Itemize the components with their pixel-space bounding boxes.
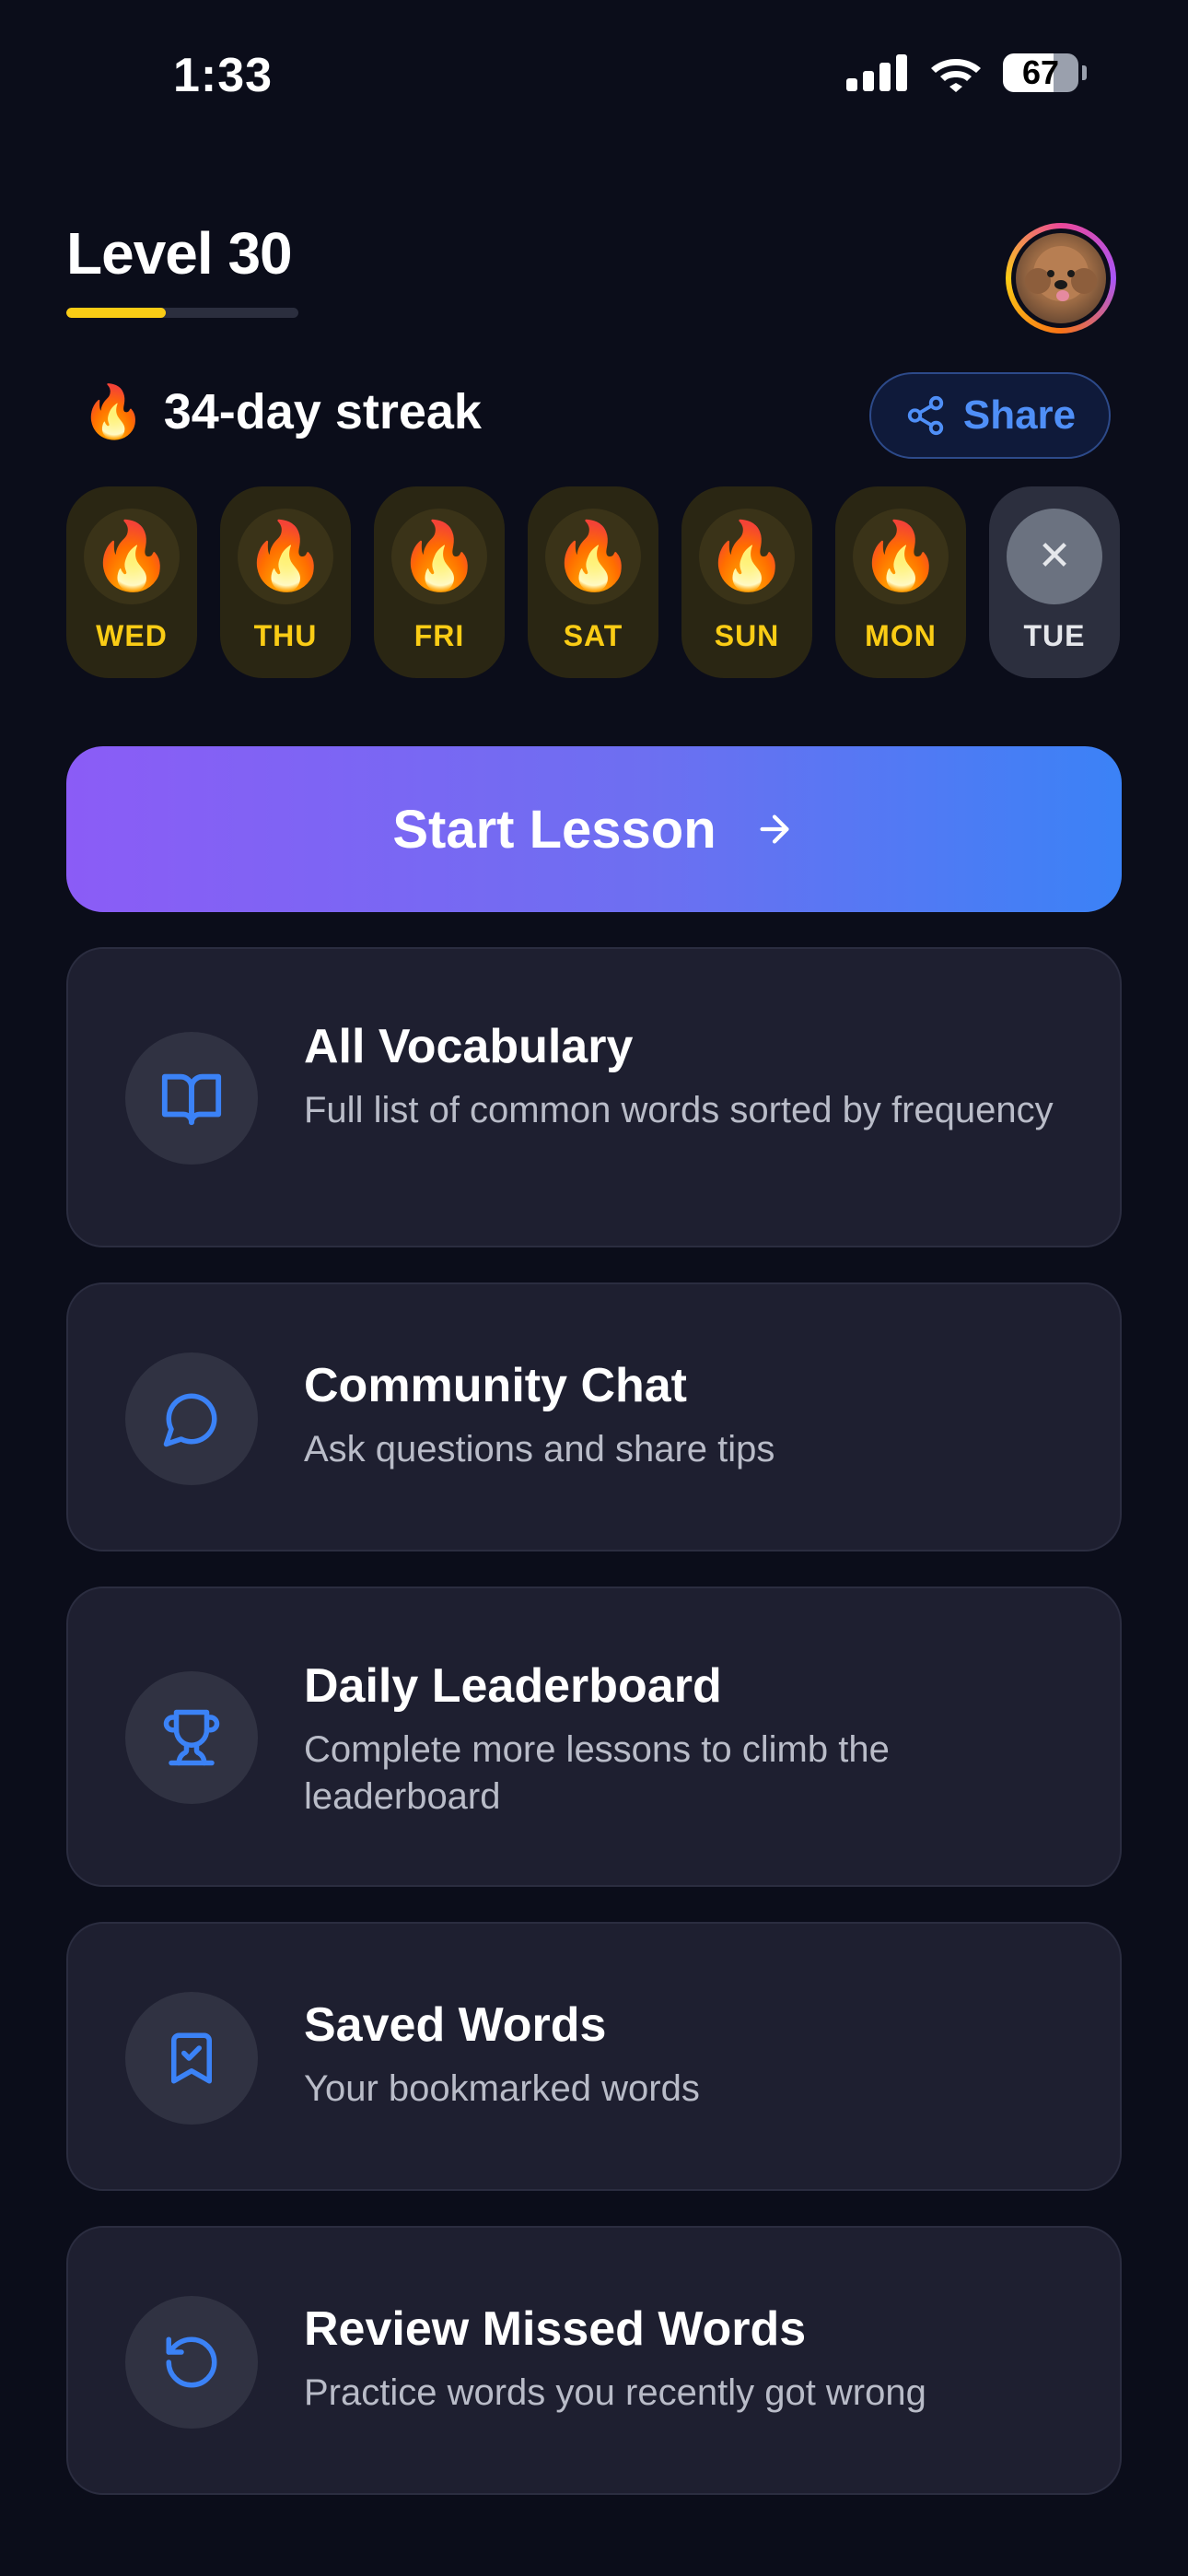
- dog-avatar-icon: [1025, 246, 1097, 301]
- status-bar: 1:33 67: [0, 0, 1188, 157]
- start-lesson-label: Start Lesson: [392, 799, 716, 860]
- bookmark-check-icon: [171, 2032, 212, 2084]
- icon-circle: [125, 1032, 258, 1165]
- share-icon: [907, 395, 944, 436]
- chat-bubble-icon: [163, 1393, 217, 1447]
- flame-icon: 🔥: [238, 509, 333, 604]
- day-label: SAT: [563, 619, 623, 652]
- trophy-icon: [163, 1709, 220, 1766]
- flame-icon: 🔥: [81, 382, 146, 440]
- day-label: THU: [253, 619, 318, 652]
- icon-circle: [125, 1352, 258, 1485]
- day-sat: 🔥 SAT: [528, 486, 658, 678]
- wifi-icon: [931, 59, 981, 92]
- flame-icon: 🔥: [84, 509, 180, 604]
- share-label: Share: [962, 392, 1077, 438]
- icon-circle: [125, 1671, 258, 1804]
- avatar-ring: [1011, 228, 1111, 328]
- level-progress-bar: [66, 308, 298, 318]
- card-title: Community Chat: [304, 1359, 687, 1412]
- streak-days: 🔥 WED 🔥 THU 🔥 FRI 🔥 SAT 🔥 SUN 🔥 MON ✕ TU…: [66, 486, 1120, 678]
- icon-circle: [125, 1992, 258, 2125]
- card-description: Ask questions and share tips: [304, 1429, 775, 1469]
- avatar[interactable]: [1006, 223, 1116, 334]
- card-title: All Vocabulary: [304, 1020, 634, 1073]
- day-label: FRI: [413, 619, 465, 652]
- day-label: TUE: [1023, 619, 1086, 652]
- day-thu: 🔥 THU: [220, 486, 351, 678]
- card-description: Practice words you recently got wrong: [304, 2372, 926, 2413]
- card-description: Your bookmarked words: [304, 2068, 700, 2109]
- battery-cap: [1082, 65, 1087, 80]
- streak-row: 🔥 34-day streak: [81, 383, 482, 440]
- level-title: Level 30: [66, 220, 293, 287]
- day-fri: 🔥 FRI: [374, 486, 505, 678]
- card-saved-words[interactable]: Saved Words Your bookmarked words: [66, 1922, 1122, 2191]
- card-all-vocabulary[interactable]: All Vocabulary Full list of common words…: [66, 947, 1122, 1247]
- card-description: Full list of common words sorted by freq…: [304, 1090, 1054, 1130]
- status-icons: 67: [846, 53, 1087, 92]
- cellular-signal-icon: [846, 54, 907, 91]
- card-title: Saved Words: [304, 1998, 607, 2052]
- day-mon: 🔥 MON: [835, 486, 966, 678]
- battery-level: 67: [1021, 53, 1060, 91]
- flame-icon: 🔥: [545, 509, 641, 604]
- streak-text: 34-day streak: [163, 384, 482, 439]
- card-description: Complete more lessons to climb the leade…: [304, 1729, 890, 1817]
- flame-icon: 🔥: [853, 509, 949, 604]
- book-open-icon: [161, 1073, 222, 1126]
- day-label: WED: [96, 619, 168, 652]
- arrow-right-icon: [760, 814, 789, 844]
- status-time: 1:33: [173, 49, 274, 102]
- level-progress-fill: [66, 308, 167, 318]
- card-review-missed-words[interactable]: Review Missed Words Practice words you r…: [66, 2226, 1122, 2495]
- start-lesson-button[interactable]: Start Lesson: [66, 746, 1122, 912]
- card-community-chat[interactable]: Community Chat Ask questions and share t…: [66, 1282, 1122, 1551]
- flame-icon: 🔥: [699, 509, 795, 604]
- share-button[interactable]: Share: [869, 372, 1111, 459]
- battery-icon: 67: [1003, 53, 1078, 92]
- rotate-ccw-icon: [166, 2336, 217, 2388]
- card-title: Daily Leaderboard: [304, 1659, 722, 1713]
- avatar-image: [1016, 233, 1106, 323]
- card-title: Review Missed Words: [304, 2302, 807, 2356]
- card-daily-leaderboard[interactable]: Daily Leaderboard Complete more lessons …: [66, 1587, 1122, 1887]
- icon-circle: [125, 2296, 258, 2429]
- day-wed: 🔥 WED: [66, 486, 197, 678]
- close-icon: ✕: [1007, 509, 1102, 604]
- day-label: SUN: [714, 619, 780, 652]
- day-sun: 🔥 SUN: [681, 486, 812, 678]
- day-tue: ✕ TUE: [989, 486, 1120, 678]
- flame-icon: 🔥: [391, 509, 487, 604]
- day-label: MON: [865, 619, 937, 652]
